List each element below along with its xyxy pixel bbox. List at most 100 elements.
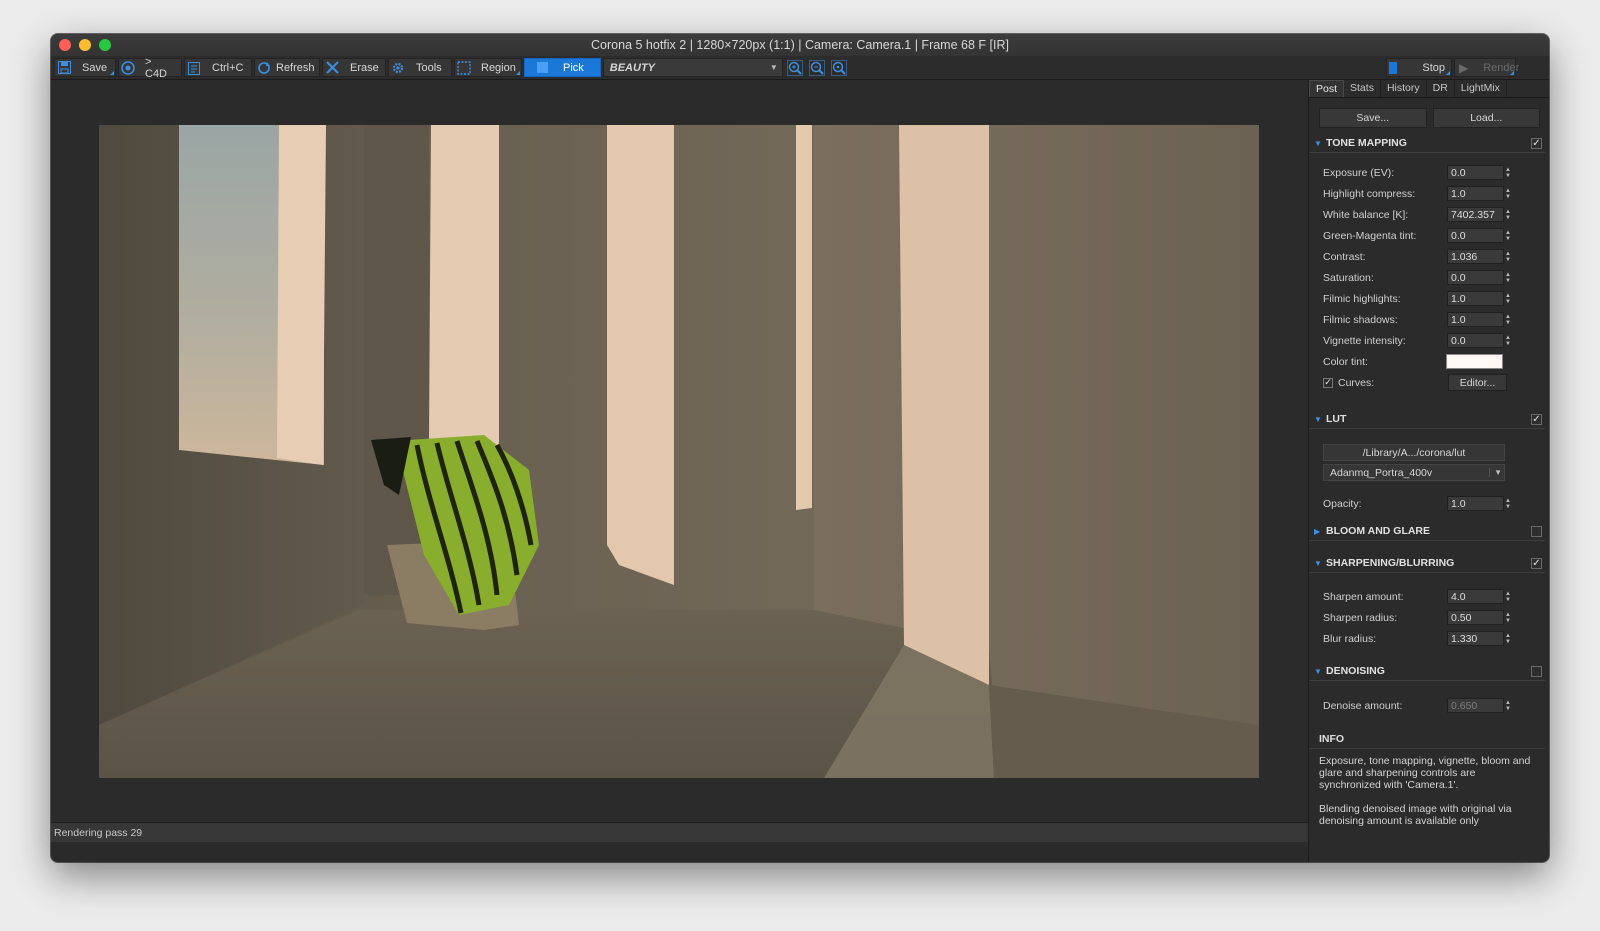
refresh-icon [257, 61, 271, 75]
sharpen-radius-field[interactable]: 0.50 [1447, 610, 1504, 625]
spinner-icon[interactable]: ▲ ▼ [1505, 251, 1511, 263]
tab-history[interactable]: History [1381, 80, 1427, 97]
spinner-icon[interactable]: ▲ ▼ [1505, 209, 1511, 221]
load-preset-button[interactable]: Load... [1432, 108, 1540, 128]
lut-opacity-label: Opacity: [1323, 497, 1362, 510]
refresh-button[interactable]: Refresh [254, 58, 320, 77]
stop-button[interactable]: Stop [1386, 58, 1452, 77]
param-row: Opacity: 1.0 ▲ ▼ [1309, 493, 1549, 514]
send-to-c4d-button[interactable]: > C4D [118, 56, 182, 80]
tab-lightmix[interactable]: LightMix [1455, 80, 1507, 97]
tools-button[interactable]: Tools [388, 58, 452, 77]
spinner-icon[interactable]: ▲ ▼ [1505, 591, 1511, 603]
param-row: Green-Magenta tint: 0.0 ▲ ▼ [1309, 225, 1549, 246]
saturation-label: Saturation: [1323, 271, 1374, 284]
spinner-icon[interactable]: ▲ ▼ [1505, 633, 1511, 645]
dropdown-corner-icon [1510, 71, 1514, 75]
param-row: Color tint: [1309, 351, 1549, 372]
lut-opacity-field[interactable]: 1.0 [1447, 496, 1504, 511]
bloom-glare-checkbox[interactable] [1531, 526, 1542, 537]
vignette-intensity-field[interactable]: 0.0 [1447, 333, 1504, 348]
filmic-highlights-field[interactable]: 1.0 [1447, 291, 1504, 306]
lut-header[interactable]: ▼ LUT ✓ [1309, 410, 1545, 429]
copy-to-clipboard-button[interactable]: Ctrl+C [184, 58, 252, 77]
lut-path-button[interactable]: /Library/A.../corona/lut [1323, 444, 1505, 461]
minimize-window-button[interactable] [79, 39, 91, 51]
highlight-compress-label: Highlight compress: [1323, 187, 1416, 200]
white-balance-field[interactable]: 7402.357 [1447, 207, 1504, 222]
filmic-shadows-field[interactable]: 1.0 [1447, 312, 1504, 327]
spinner-icon[interactable]: ▲ ▼ [1505, 700, 1511, 712]
exposure-field[interactable]: 0.0 [1447, 165, 1504, 180]
sharpening-header[interactable]: ▼ SHARPENING/BLURRING ✓ [1309, 554, 1545, 573]
spinner-icon[interactable]: ▲ ▼ [1505, 167, 1511, 179]
param-row: Blur radius: 1.330 ▲ ▼ [1309, 628, 1549, 649]
blur-radius-field[interactable]: 1.330 [1447, 631, 1504, 646]
save-button[interactable]: Save [54, 58, 116, 77]
blur-radius-label: Blur radius: [1323, 632, 1377, 645]
highlight-compress-field[interactable]: 1.0 [1447, 186, 1504, 201]
saturation-field[interactable]: 0.0 [1447, 270, 1504, 285]
denoising-title: DENOISING [1326, 665, 1385, 677]
tab-dr[interactable]: DR [1427, 80, 1455, 97]
sharpen-amount-field[interactable]: 4.0 [1447, 589, 1504, 604]
zoom-in-button[interactable] [785, 58, 805, 77]
title-bar: Corona 5 hotfix 2 | 1280×720px (1:1) | C… [51, 34, 1549, 57]
lut-selected-value: Adanmq_Portra_400v [1330, 466, 1433, 479]
play-icon: ▶ [1459, 60, 1469, 75]
bloom-glare-header[interactable]: ▶ BLOOM AND GLARE [1309, 522, 1545, 541]
tone-mapping-checkbox[interactable]: ✓ [1531, 138, 1542, 149]
spinner-icon[interactable]: ▲ ▼ [1505, 230, 1511, 242]
save-preset-button[interactable]: Save... [1319, 108, 1427, 128]
maximize-window-button[interactable] [99, 39, 111, 51]
pick-button[interactable]: Pick [524, 58, 601, 77]
info-text-denoise: Blending denoised image with original vi… [1319, 803, 1512, 827]
tab-post[interactable]: Post [1309, 80, 1345, 97]
contrast-field[interactable]: 1.036 [1447, 249, 1504, 264]
spinner-icon[interactable]: ▲ ▼ [1505, 612, 1511, 624]
lut-select[interactable]: Adanmq_Portra_400v ▼ [1323, 464, 1505, 481]
render-channel-select[interactable]: BEAUTY ▼ [602, 58, 783, 77]
zoom-fit-button[interactable] [829, 58, 849, 77]
pick-label: Pick [563, 61, 584, 74]
lut-checkbox[interactable]: ✓ [1531, 414, 1542, 425]
info-text-sync: Exposure, tone mapping, vignette, bloom … [1319, 755, 1531, 791]
tab-stats[interactable]: Stats [1344, 80, 1381, 97]
region-select-icon [457, 60, 471, 75]
render-viewport[interactable] [51, 80, 1308, 822]
lut-section: ▼ LUT ✓ /Library/A.../corona/lut Adanmq_… [1309, 410, 1549, 514]
region-label: Region [481, 61, 516, 74]
tone-mapping-section: ▼ TONE MAPPING ✓ Exposure (EV): 0.0 ▲ ▼ H… [1309, 134, 1549, 393]
zoom-out-button[interactable] [807, 58, 827, 77]
green-magenta-tint-field[interactable]: 0.0 [1447, 228, 1504, 243]
curves-checkbox[interactable]: ✓ [1323, 377, 1333, 388]
spinner-icon[interactable]: ▲ ▼ [1505, 335, 1511, 347]
spinner-icon[interactable]: ▲ ▼ [1505, 498, 1511, 510]
denoising-checkbox[interactable] [1531, 666, 1542, 677]
zoom-fit-icon [830, 59, 847, 76]
sharpening-checkbox[interactable]: ✓ [1531, 558, 1542, 569]
panel-tabs: Post Stats History DR LightMix [1309, 80, 1549, 98]
param-row: Filmic highlights: 1.0 ▲ ▼ [1309, 288, 1549, 309]
erase-button[interactable]: Erase [322, 58, 386, 77]
denoise-amount-field[interactable]: 0.650 [1447, 698, 1504, 713]
curves-editor-button[interactable]: Editor... [1448, 374, 1507, 391]
region-button[interactable]: Region [454, 58, 522, 77]
denoising-header[interactable]: ▼ DENOISING [1309, 662, 1545, 681]
spinner-icon[interactable]: ▲ ▼ [1505, 272, 1511, 284]
vignette-intensity-label: Vignette intensity: [1323, 334, 1406, 347]
close-window-button[interactable] [59, 39, 71, 51]
spinner-icon[interactable]: ▲ ▼ [1505, 293, 1511, 305]
spinner-icon[interactable]: ▲ ▼ [1505, 188, 1511, 200]
info-section: INFO Exposure, tone mapping, vignette, b… [1309, 730, 1549, 827]
tone-mapping-header[interactable]: ▼ TONE MAPPING ✓ [1309, 134, 1545, 153]
color-tint-swatch[interactable] [1446, 354, 1503, 369]
param-row: Sharpen radius: 0.50 ▲ ▼ [1309, 607, 1549, 628]
render-button[interactable]: ▶ Render [1454, 58, 1519, 77]
sharpen-amount-label: Sharpen amount: [1323, 590, 1404, 603]
expand-triangle-icon: ▼ [1314, 414, 1322, 424]
green-magenta-tint-label: Green-Magenta tint: [1323, 229, 1417, 242]
render-channel-value: BEAUTY [609, 61, 656, 74]
erase-x-icon [325, 61, 339, 75]
spinner-icon[interactable]: ▲ ▼ [1505, 314, 1511, 326]
